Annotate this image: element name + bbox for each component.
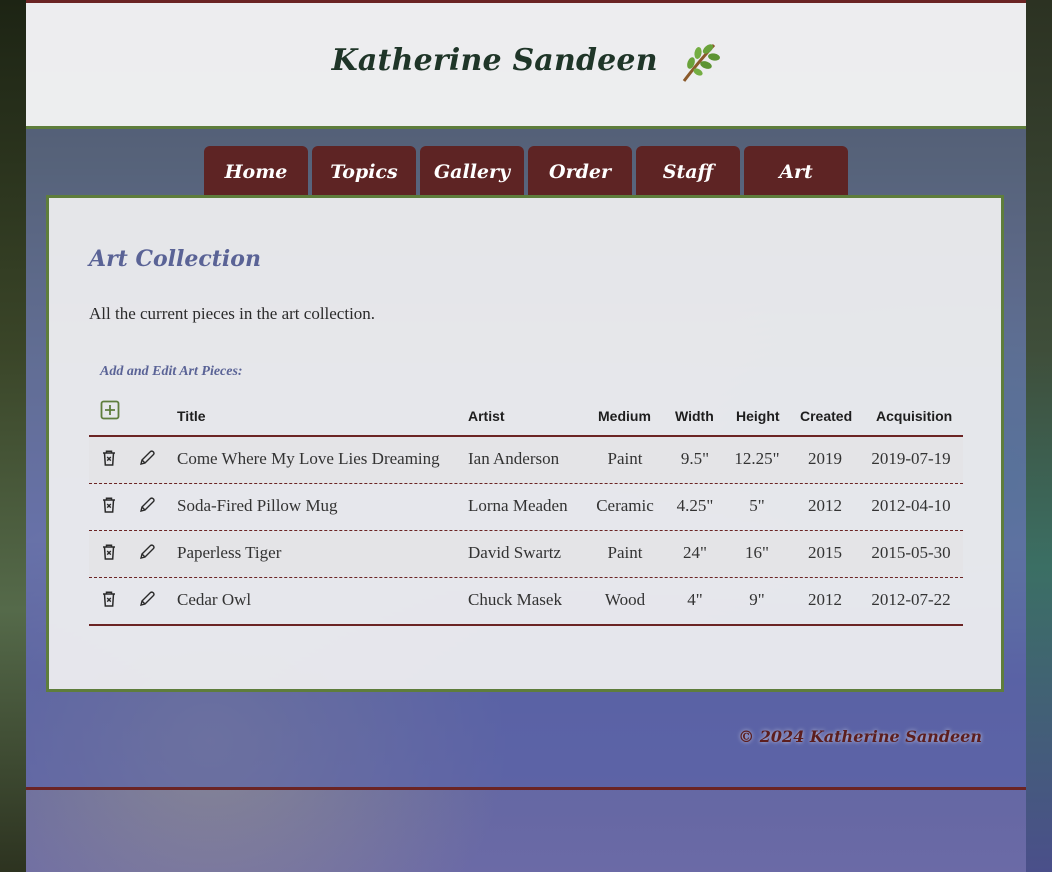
cell-created: 2012	[808, 496, 842, 515]
header-acquisition: Acquisition	[876, 408, 953, 424]
pencil-icon[interactable]	[138, 543, 156, 561]
header-width: Width	[675, 408, 714, 424]
header-created: Created	[800, 408, 853, 424]
leaf-sprig-icon	[683, 43, 721, 82]
cell-title: Soda-Fired Pillow Mug	[177, 496, 338, 515]
pencil-icon[interactable]	[138, 496, 156, 514]
header-height: Height	[736, 408, 780, 424]
page-container: Katherine Sandeen Home Topics Gallery Or…	[26, 0, 1026, 790]
cell-height: 16"	[745, 543, 769, 562]
cell-artist: Chuck Masek	[468, 590, 562, 609]
table-header: Title Artist Medium Width Height Created…	[89, 400, 963, 437]
table-row: Cedar Owl Chuck Masek Wood 4" 9" 2012 20…	[89, 578, 963, 626]
table-row: Come Where My Love Lies Dreaming Ian And…	[89, 437, 963, 484]
trash-icon[interactable]	[100, 496, 118, 514]
cell-width: 4.25"	[676, 496, 714, 515]
trash-icon[interactable]	[100, 590, 118, 608]
cell-created: 2012	[808, 590, 842, 609]
cell-height: 5"	[749, 496, 765, 515]
header-medium: Medium	[598, 408, 651, 424]
cell-artist: David Swartz	[468, 543, 562, 562]
site-title: Katherine Sandeen	[26, 39, 1026, 85]
cell-medium: Paint	[607, 543, 643, 562]
cell-acquisition: 2012-07-22	[871, 590, 951, 609]
table-row: Soda-Fired Pillow Mug Lorna Meaden Ceram…	[89, 484, 963, 531]
page-description: All the current pieces in the art collec…	[89, 304, 376, 323]
nav-tab-art[interactable]: Art	[744, 146, 848, 196]
cell-medium: Ceramic	[596, 496, 654, 515]
pencil-icon[interactable]	[138, 449, 156, 467]
cell-created: 2015	[808, 543, 842, 562]
cell-medium: Paint	[607, 449, 643, 468]
plus-square-icon[interactable]	[100, 400, 120, 420]
page-title: Art Collection	[89, 246, 261, 272]
nav-tab-gallery[interactable]: Gallery	[420, 146, 524, 196]
cell-medium: Wood	[604, 590, 646, 609]
section-label: Add and Edit Art Pieces:	[100, 364, 243, 379]
site-title-text: Katherine Sandeen	[331, 43, 658, 78]
cell-created: 2019	[808, 449, 842, 468]
header-artist: Artist	[468, 408, 505, 424]
cell-title: Paperless Tiger	[177, 543, 282, 562]
nav-tab-order[interactable]: Order	[528, 146, 632, 196]
nav-tab-topics[interactable]: Topics	[312, 146, 416, 196]
nav-tab-staff[interactable]: Staff	[636, 146, 740, 196]
art-table: Title Artist Medium Width Height Created…	[89, 400, 963, 626]
cell-width: 24"	[683, 543, 707, 562]
cell-acquisition: 2012-04-10	[871, 496, 951, 515]
header-title: Title	[177, 408, 206, 424]
content-panel: Art Collection All the current pieces in…	[46, 195, 1004, 692]
cell-height: 12.25"	[734, 449, 780, 468]
background-forest-right	[1026, 0, 1052, 872]
cell-width: 9.5"	[680, 449, 710, 468]
cell-acquisition: 2015-05-30	[871, 543, 951, 562]
footer-copyright: © 2024 Katherine Sandeen	[738, 727, 982, 746]
cell-height: 9"	[749, 590, 765, 609]
cell-artist: Ian Anderson	[468, 449, 560, 468]
cell-width: 4"	[687, 590, 703, 609]
background-forest-left	[0, 0, 26, 872]
nav-tab-home[interactable]: Home	[204, 146, 308, 196]
cell-artist: Lorna Meaden	[468, 496, 568, 515]
pencil-icon[interactable]	[138, 590, 156, 608]
cell-acquisition: 2019-07-19	[871, 449, 951, 468]
trash-icon[interactable]	[100, 543, 118, 561]
trash-icon[interactable]	[100, 449, 118, 467]
cell-title: Cedar Owl	[177, 590, 252, 609]
cell-title: Come Where My Love Lies Dreaming	[177, 449, 440, 468]
site-header: Katherine Sandeen	[26, 3, 1026, 129]
table-row: Paperless Tiger David Swartz Paint 24" 1…	[89, 531, 963, 578]
